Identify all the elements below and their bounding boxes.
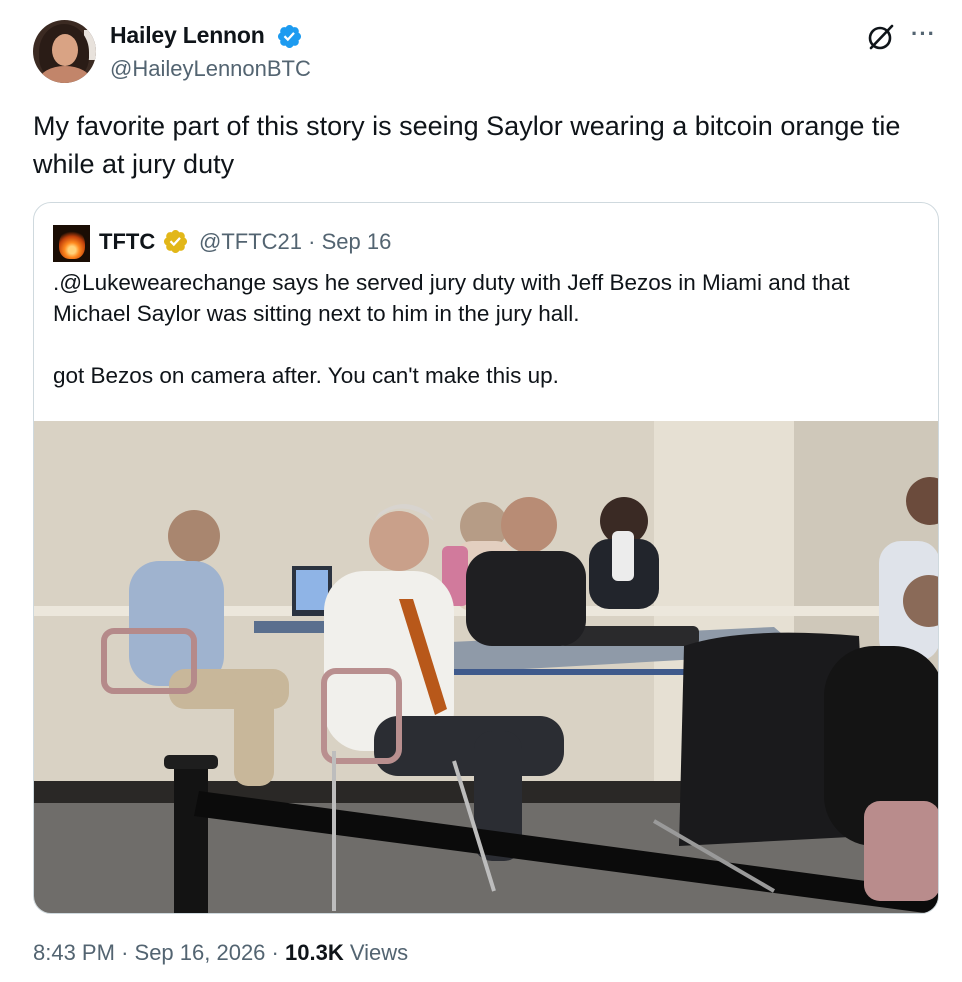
- views-count[interactable]: 10.3K: [285, 940, 344, 965]
- quoted-text: .@Lukewearechange says he served jury du…: [53, 270, 850, 388]
- tweet-date[interactable]: Sep 16, 2026: [135, 940, 266, 965]
- verified-badge-icon: [277, 24, 302, 49]
- jury-room-photo-illustration: [34, 421, 938, 913]
- more-icon[interactable]: ···: [911, 23, 936, 45]
- tweet-metadata: 8:43 PM · Sep 16, 2026 · 10.3K Views: [33, 940, 408, 966]
- quoted-tweet[interactable]: TFTC @TFTC21 · Sep 16 .@Lukewearechange …: [33, 202, 939, 914]
- quoted-photo[interactable]: [34, 421, 938, 913]
- quoted-author-name[interactable]: TFTC: [99, 229, 155, 255]
- author-avatar[interactable]: [33, 20, 96, 83]
- gold-verified-badge-icon: [163, 229, 188, 254]
- footer-separator: ·: [271, 940, 279, 965]
- footer-separator: ·: [121, 940, 129, 965]
- grok-icon[interactable]: [866, 22, 896, 52]
- quoted-avatar[interactable]: [53, 225, 90, 262]
- author-name[interactable]: Hailey Lennon: [110, 22, 265, 49]
- quoted-handle: @TFTC21: [199, 229, 303, 254]
- author-handle[interactable]: @HaileyLennonBTC: [110, 56, 311, 82]
- quoted-meta[interactable]: @TFTC21 · Sep 16: [199, 229, 391, 255]
- tweet-time[interactable]: 8:43 PM: [33, 940, 115, 965]
- quoted-date: Sep 16: [321, 229, 392, 254]
- views-label[interactable]: Views: [350, 940, 408, 965]
- quoted-separator: ·: [308, 229, 316, 254]
- tweet-text: My favorite part of this story is seeing…: [33, 111, 901, 179]
